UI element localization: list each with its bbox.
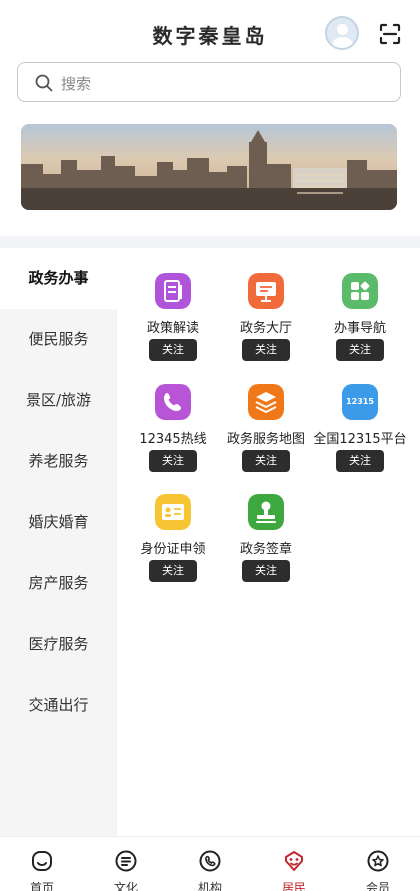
city-banner-image[interactable] [21, 124, 397, 210]
follow-button[interactable]: 关注 [149, 339, 197, 361]
service-id-card[interactable]: 身份证申领 关注 [125, 494, 221, 594]
tab-culture[interactable]: 文化 [84, 837, 168, 891]
service-hotline[interactable]: 12345热线 关注 [125, 384, 221, 484]
service-signature[interactable]: 政务签章 关注 [218, 494, 314, 594]
tab-residents[interactable]: 居民 [252, 837, 336, 891]
section-divider [0, 236, 420, 248]
search-placeholder: 搜索 [61, 75, 92, 93]
follow-button[interactable]: 关注 [336, 450, 384, 472]
search-icon [35, 74, 53, 92]
follow-button[interactable]: 关注 [242, 339, 290, 361]
member-icon [367, 850, 389, 872]
service-hall[interactable]: 政务大厅 关注 [218, 273, 314, 373]
search-input[interactable]: 搜索 [17, 62, 401, 102]
service-label: 全国12315平台 [313, 432, 407, 447]
sidebar-item-elderly[interactable]: 养老服务 [0, 431, 117, 492]
service-policy[interactable]: 政策解读 关注 [125, 273, 221, 373]
avatar[interactable] [325, 16, 359, 50]
sidebar-item-housing[interactable]: 房产服务 [0, 553, 117, 614]
service-label: 政务签章 [239, 542, 292, 557]
tab-institution[interactable]: 机构 [168, 837, 252, 891]
follow-button[interactable]: 关注 [242, 450, 290, 472]
follow-button[interactable]: 关注 [242, 560, 290, 582]
tab-label: 会员 [365, 881, 390, 891]
tab-label: 居民 [281, 881, 306, 891]
follow-button[interactable]: 关注 [149, 450, 197, 472]
phone-circle-icon [199, 850, 221, 872]
category-sidebar: 政务办事 便民服务 景区/旅游 养老服务 婚庆婚育 房产服务 医疗服务 交通出行 [0, 248, 117, 836]
skyline-illustration [21, 124, 397, 210]
tab-label: 文化 [113, 881, 138, 891]
tab-label: 首页 [29, 881, 54, 891]
monitor-icon [248, 273, 284, 309]
id-card-icon [155, 494, 191, 530]
scan-icon[interactable] [378, 22, 402, 46]
stamp-icon [248, 494, 284, 530]
phone-icon [155, 384, 191, 420]
sidebar-item-convenience[interactable]: 便民服务 [0, 309, 117, 370]
service-12315[interactable]: 12315 全国12315平台 关注 [312, 384, 408, 484]
list-icon [115, 850, 137, 872]
document-icon [155, 273, 191, 309]
sidebar-item-transport[interactable]: 交通出行 [0, 675, 117, 736]
top-header: 数字秦皇岛 [0, 0, 420, 60]
tab-label: 机构 [197, 881, 222, 891]
residents-icon [285, 851, 303, 871]
grid-icon [342, 273, 378, 309]
tab-home[interactable]: 首页 [0, 837, 84, 891]
follow-button[interactable]: 关注 [336, 339, 384, 361]
sidebar-item-government[interactable]: 政务办事 [0, 248, 117, 309]
service-map[interactable]: 政务服务地图 关注 [218, 384, 314, 484]
sidebar-item-tourism[interactable]: 景区/旅游 [0, 370, 117, 431]
tab-member[interactable]: 会员 [336, 837, 420, 891]
layers-icon [248, 384, 284, 420]
sidebar-item-medical[interactable]: 医疗服务 [0, 614, 117, 675]
home-icon [32, 851, 52, 871]
follow-button[interactable]: 关注 [149, 560, 197, 582]
service-navigation[interactable]: 办事导航 关注 [312, 273, 408, 373]
sidebar-item-marriage[interactable]: 婚庆婚育 [0, 492, 117, 553]
bottom-tab-bar: 首页 文化 机构 居民 会员 [0, 836, 420, 891]
badge-12315-icon: 12315 [342, 384, 378, 420]
service-label: 办事导航 [333, 321, 386, 336]
